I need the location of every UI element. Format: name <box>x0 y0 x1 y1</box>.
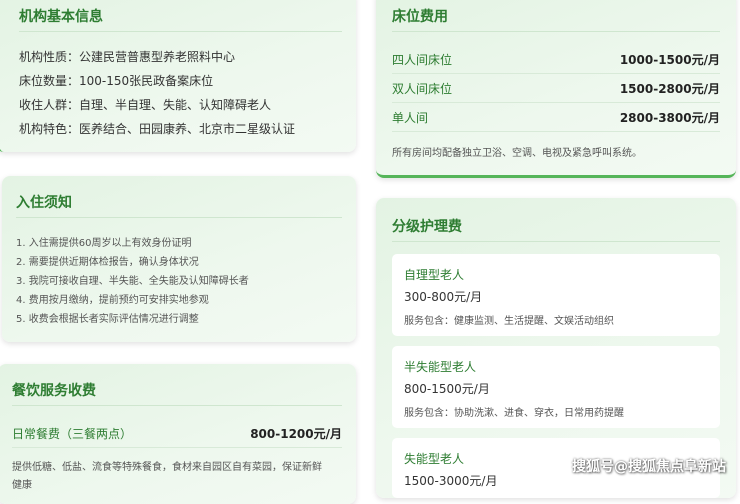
bed-fee-name: 双人间床位 <box>392 82 453 96</box>
care-level-desc: 服务包含：健康监测、生活提醒、文娱活动组织 <box>404 316 614 327</box>
admission-rule-5: 5. 收费会根据长者实际评估情况进行调整 <box>16 314 199 325</box>
catering-item-price: 800-1200元/月 <box>250 427 342 441</box>
basic-info-title: 机构基本信息 <box>19 6 342 32</box>
bed-fee-name: 四人间床位 <box>392 53 453 67</box>
admission-rule-3: 3. 我院可接收自理、半失能、全失能及认知障碍长者 <box>16 276 249 287</box>
catering-item-name: 日常餐费（三餐两点） <box>12 427 133 441</box>
admission-rule-1: 1. 入住需提供60周岁以上有效身份证明 <box>16 238 192 249</box>
basic-info-line-1: 机构性质：公建民营普惠型养老照料中心 <box>19 50 236 64</box>
care-level-name: 半失能型老人 <box>404 360 477 374</box>
bed-fee-name: 单人间 <box>392 111 429 125</box>
admission-title: 入住须知 <box>16 192 342 218</box>
catering-price-row: 日常餐费（三餐两点） 800-1200元/月 <box>12 420 342 448</box>
bed-fee-row-single-four: 四人间床位 1000-1500元/月 <box>392 46 720 74</box>
care-level-name: 自理型老人 <box>404 268 465 282</box>
care-level-price: 300-800元/月 <box>404 290 483 304</box>
bed-fees-card: 床位费用 四人间床位 1000-1500元/月 双人间床位 1500-2800元… <box>376 0 736 178</box>
basic-info-line-4: 机构特色：医养结合、田园康养、北京市二星级认证 <box>19 122 296 136</box>
care-level-price: 1500-3000元/月 <box>404 474 498 488</box>
care-level-price: 800-1500元/月 <box>404 382 490 396</box>
bed-fees-title: 床位费用 <box>392 6 720 32</box>
bed-fee-row-double: 双人间床位 1500-2800元/月 <box>392 75 720 103</box>
bed-fees-note: 所有房间均配备独立卫浴、空调、电视及紧急呼叫系统。 <box>392 148 642 159</box>
admission-rule-4: 4. 费用按月缴纳，提前预约可安排实地参观 <box>16 295 209 306</box>
care-level-desc: 服务包含：协助洗漱、进食、穿衣，日常用药提醒 <box>404 408 624 419</box>
admission-rule-2: 2. 需要提供近期体检报告，确认身体状况 <box>16 257 199 268</box>
bed-fee-price: 2800-3800元/月 <box>619 111 720 125</box>
catering-desc: 提供低糖、低盐、流食等特殊餐食，食材来自园区自有菜园，保证新鲜 <box>12 462 322 473</box>
care-fees-card: 分级护理费 自理型老人 300-800元/月 服务包含：健康监测、生活提醒、文娱… <box>376 198 736 498</box>
bed-fee-price: 1000-1500元/月 <box>619 53 720 67</box>
basic-info-line-3: 收住人群：自理、半自理、失能、认知障碍老人 <box>19 98 272 112</box>
catering-desc-cont: 健康 <box>12 480 32 491</box>
bed-fee-row-single: 单人间 2800-3800元/月 <box>392 104 720 132</box>
catering-card: 餐饮服务收费 日常餐费（三餐两点） 800-1200元/月 提供低糖、低盐、流食… <box>0 364 356 504</box>
basic-info-card: 机构基本信息 机构性质：公建民营普惠型养老照料中心 床位数量：100-150张民… <box>0 0 356 152</box>
care-level-name: 失能型老人 <box>404 452 465 466</box>
basic-info-line-2: 床位数量：100-150张民政备案床位 <box>19 74 214 88</box>
bed-fee-price: 1500-2800元/月 <box>619 82 720 96</box>
care-fees-title: 分级护理费 <box>392 216 720 242</box>
source-watermark: 搜狐号@搜狐焦点阜新站 <box>572 459 726 475</box>
care-level-card: 自理型老人 300-800元/月 服务包含：健康监测、生活提醒、文娱活动组织 <box>392 254 720 336</box>
catering-title: 餐饮服务收费 <box>12 380 342 406</box>
care-level-card: 半失能型老人 800-1500元/月 服务包含：协助洗漱、进食、穿衣，日常用药提… <box>392 346 720 428</box>
admission-card: 入住须知 1. 入住需提供60周岁以上有效身份证明 2. 需要提供近期体检报告，… <box>2 176 356 342</box>
